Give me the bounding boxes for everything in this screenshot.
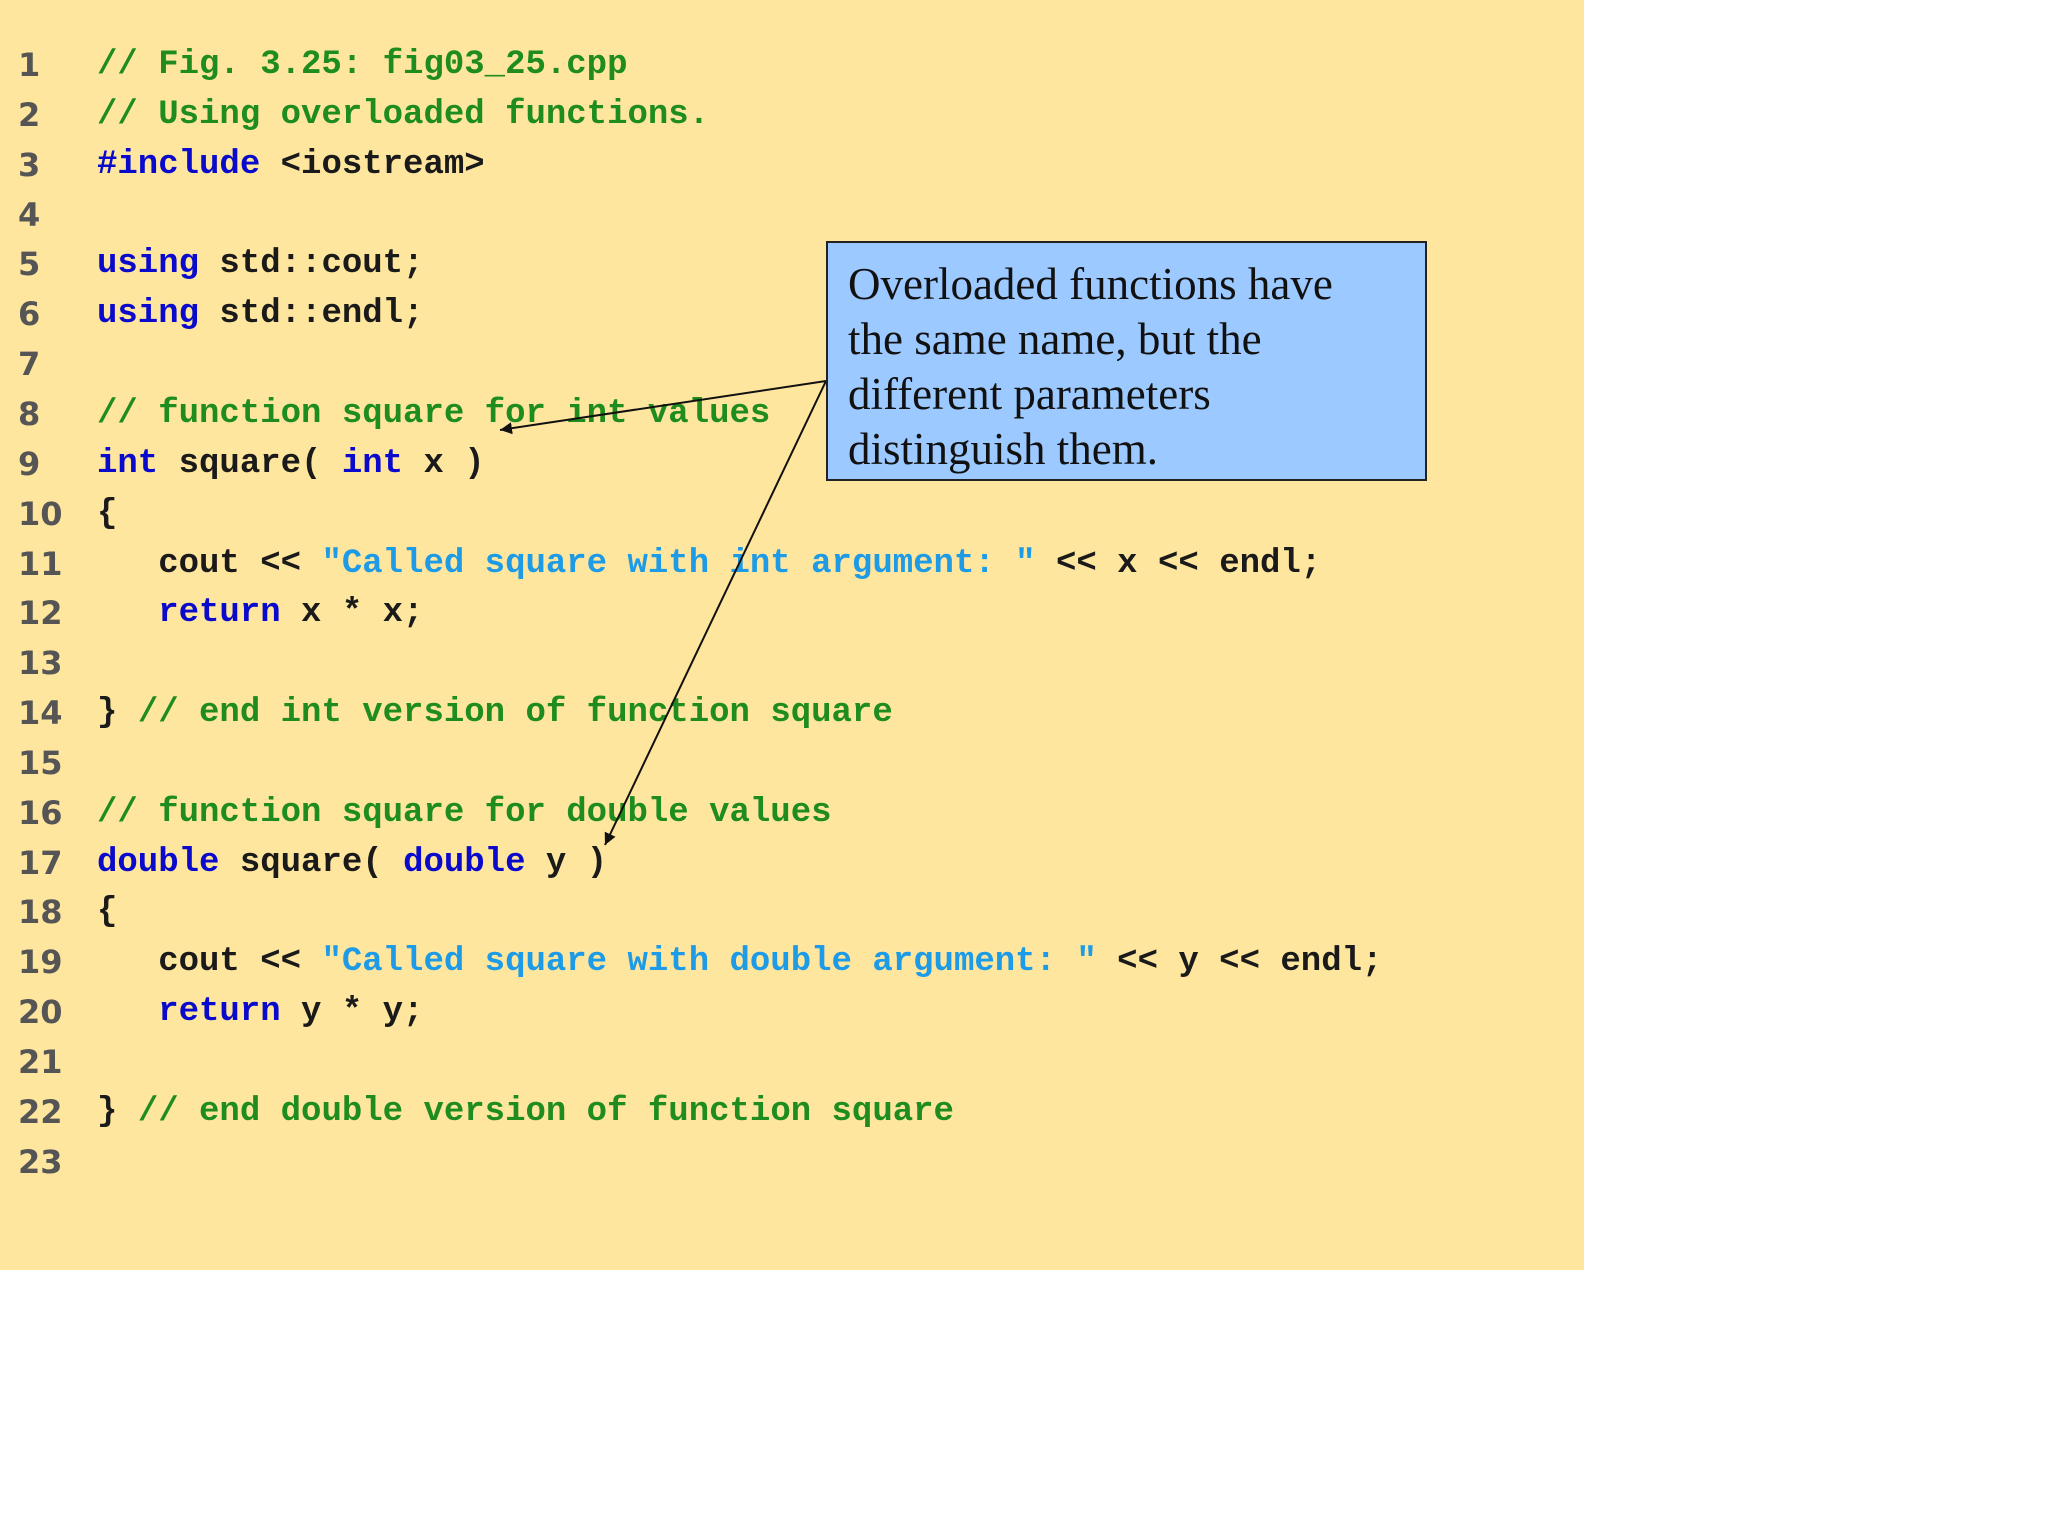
arrow-to-int-square bbox=[499, 380, 827, 435]
callout-line: Overloaded functions have bbox=[848, 259, 1333, 309]
callout-line: different parameters bbox=[848, 369, 1211, 419]
code-panel: 1// Fig. 3.25: fig03_25.cpp 2// Using ove… bbox=[0, 0, 1584, 1270]
callout-line: distinguish them. bbox=[848, 424, 1159, 474]
callout-box: Overloaded functions have the same name,… bbox=[826, 241, 1427, 481]
callout-line: the same name, but the bbox=[848, 314, 1262, 364]
callout-arrows bbox=[499, 380, 827, 846]
arrow-to-double-square bbox=[604, 380, 827, 846]
